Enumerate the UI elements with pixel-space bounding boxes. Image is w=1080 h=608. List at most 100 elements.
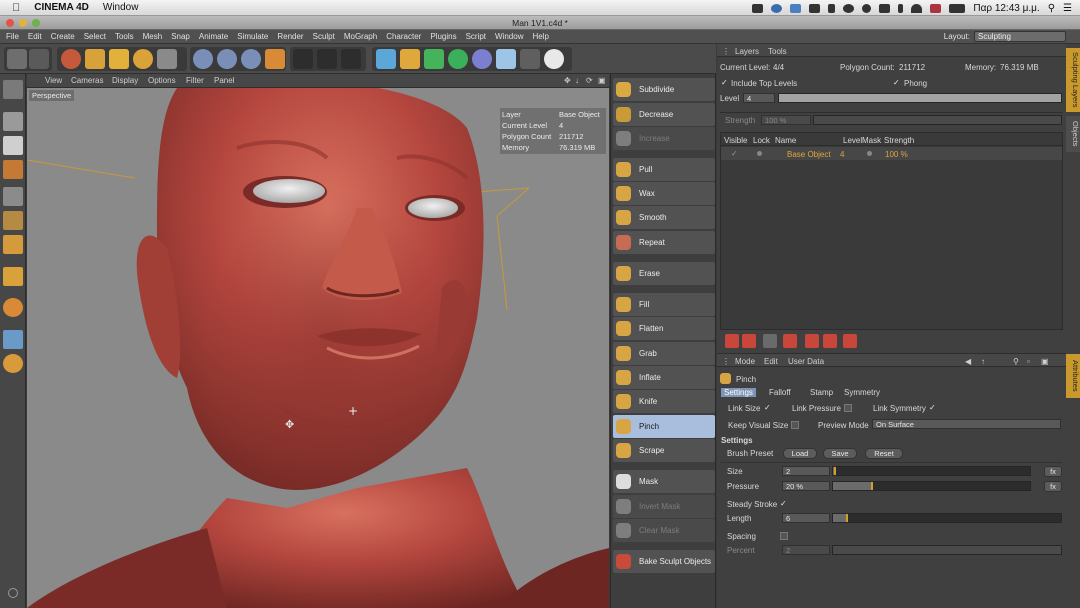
menu-script[interactable]: Script: [466, 32, 486, 41]
render-view-icon[interactable]: [293, 49, 313, 69]
clock[interactable]: Παρ 12:43 μ.μ.: [973, 3, 1039, 14]
texture-mode-icon[interactable]: [3, 136, 23, 155]
size-field[interactable]: 2: [782, 466, 830, 476]
edges-mode-icon[interactable]: [3, 211, 23, 230]
size-slider[interactable]: [832, 466, 1031, 476]
menu-edit[interactable]: Edit: [28, 32, 42, 41]
col-visible[interactable]: Visible: [724, 136, 747, 145]
pressure-slider[interactable]: [832, 481, 1031, 491]
add-folder-icon[interactable]: [742, 334, 756, 348]
scrape-button[interactable]: Scrape: [613, 439, 715, 462]
tab-symmetry[interactable]: Symmetry: [844, 388, 880, 397]
bluetooth-icon[interactable]: [898, 3, 904, 13]
pressure-fx-button[interactable]: fx: [1044, 481, 1062, 492]
dropbox-icon[interactable]: [790, 3, 802, 13]
delete-layer-icon[interactable]: [843, 334, 857, 348]
subdivision-surface-icon[interactable]: [424, 49, 444, 69]
size-slider-handle[interactable]: [833, 467, 836, 475]
subdivide-button[interactable]: Subdivide: [613, 78, 715, 101]
fill-button[interactable]: Fill: [613, 293, 715, 316]
render-settings-icon[interactable]: [341, 49, 361, 69]
length-field[interactable]: 6: [782, 513, 830, 523]
col-lock[interactable]: Lock: [753, 136, 770, 145]
menu-animate[interactable]: Animate: [199, 32, 228, 41]
tab-settings[interactable]: Settings: [721, 388, 756, 397]
invert-mask-button[interactable]: Invert Mask: [613, 495, 715, 518]
app-menu[interactable]: CINEMA 4D: [34, 2, 89, 13]
window-menu[interactable]: Window: [103, 2, 139, 13]
side-tab-sculpting-layers[interactable]: Sculpting Layers: [1066, 48, 1080, 112]
clear-mask-button[interactable]: Clear Mask: [613, 519, 715, 542]
light-icon[interactable]: [544, 49, 564, 69]
make-editable-icon[interactable]: [3, 80, 23, 99]
camera-object-icon[interactable]: [520, 49, 540, 69]
menu-render[interactable]: Render: [277, 32, 303, 41]
smooth-button[interactable]: Smooth: [613, 206, 715, 229]
strength-field[interactable]: 100 %: [761, 115, 811, 125]
wifi-icon[interactable]: [911, 3, 923, 13]
save-button[interactable]: Save: [823, 448, 857, 459]
spline-pen-icon[interactable]: [400, 49, 420, 69]
status-icon[interactable]: [8, 588, 18, 598]
y-axis-lock-icon[interactable]: [217, 49, 237, 69]
attributes-menu-mode[interactable]: Mode: [735, 357, 755, 366]
live-selection-icon[interactable]: [61, 49, 81, 69]
array-icon[interactable]: [448, 49, 468, 69]
maximize-view-icon[interactable]: ▣: [598, 76, 606, 85]
table-row[interactable]: ✓ Base Object 4 100 %: [721, 147, 1062, 160]
spotlight-icon[interactable]: ⚲: [1048, 3, 1055, 14]
include-top-levels-checkbox[interactable]: ✓: [721, 79, 729, 87]
tab-tools[interactable]: Tools: [768, 47, 787, 56]
menu-window[interactable]: Window: [495, 32, 523, 41]
increase-button[interactable]: Increase: [613, 127, 715, 150]
menu-plugins[interactable]: Plugins: [430, 32, 456, 41]
viewport-menu-filter[interactable]: Filter: [186, 76, 204, 85]
side-tab-objects[interactable]: Objects: [1066, 116, 1080, 152]
viewport-menu-cameras[interactable]: Cameras: [71, 76, 103, 85]
load-button[interactable]: Load: [783, 448, 817, 459]
menu-mesh[interactable]: Mesh: [143, 32, 163, 41]
reset-button[interactable]: Reset: [865, 448, 903, 459]
level-field[interactable]: 4: [743, 93, 775, 103]
merge-layer-icon[interactable]: [783, 334, 797, 348]
menu-select[interactable]: Select: [84, 32, 106, 41]
search-icon[interactable]: ⚲: [1013, 357, 1019, 366]
floor-icon[interactable]: [496, 49, 516, 69]
back-arrow-icon[interactable]: ◀: [965, 357, 971, 366]
recent-tools-icon[interactable]: [157, 49, 177, 69]
layers-grip-icon[interactable]: ⋮: [722, 47, 730, 56]
col-name[interactable]: Name: [775, 136, 796, 145]
tab-falloff[interactable]: Falloff: [769, 388, 791, 397]
zoom-window-button[interactable]: [32, 19, 40, 27]
menu-tools[interactable]: Tools: [115, 32, 134, 41]
tab-stamp[interactable]: Stamp: [810, 388, 833, 397]
duplicate-layer-icon[interactable]: [763, 334, 777, 348]
menu-character[interactable]: Character: [386, 32, 421, 41]
globe-icon[interactable]: [771, 3, 783, 13]
camera-icon[interactable]: [752, 3, 764, 13]
link-pressure-checkbox[interactable]: [844, 404, 852, 412]
display-icon[interactable]: [879, 3, 891, 13]
wax-button[interactable]: Wax: [613, 182, 715, 205]
spacing-checkbox[interactable]: [780, 532, 788, 540]
decrease-button[interactable]: Decrease: [613, 103, 715, 126]
mask-button[interactable]: Mask: [613, 470, 715, 493]
symmetry-icon[interactable]: [3, 354, 23, 373]
length-slider[interactable]: [832, 513, 1062, 523]
snap-icon[interactable]: [3, 298, 23, 317]
inflate-button[interactable]: Inflate: [613, 366, 715, 389]
undo-icon[interactable]: [7, 49, 27, 69]
move-icon[interactable]: [85, 49, 105, 69]
side-tab-attributes[interactable]: Attributes: [1066, 354, 1080, 398]
visible-checkbox[interactable]: ✓: [731, 150, 739, 158]
strength-slider[interactable]: [813, 115, 1062, 125]
pressure-field[interactable]: 20 %: [782, 481, 830, 491]
rotate-view-icon[interactable]: ⟳: [586, 76, 593, 85]
attributes-grip-icon[interactable]: ⋮: [722, 357, 730, 366]
battery-icon[interactable]: [949, 3, 966, 13]
minimize-window-button[interactable]: [19, 19, 27, 27]
add-layer-icon[interactable]: [725, 334, 739, 348]
z-axis-lock-icon[interactable]: [241, 49, 261, 69]
menu-sculpt[interactable]: Sculpt: [313, 32, 335, 41]
new-panel-icon[interactable]: ▣: [1041, 357, 1049, 366]
